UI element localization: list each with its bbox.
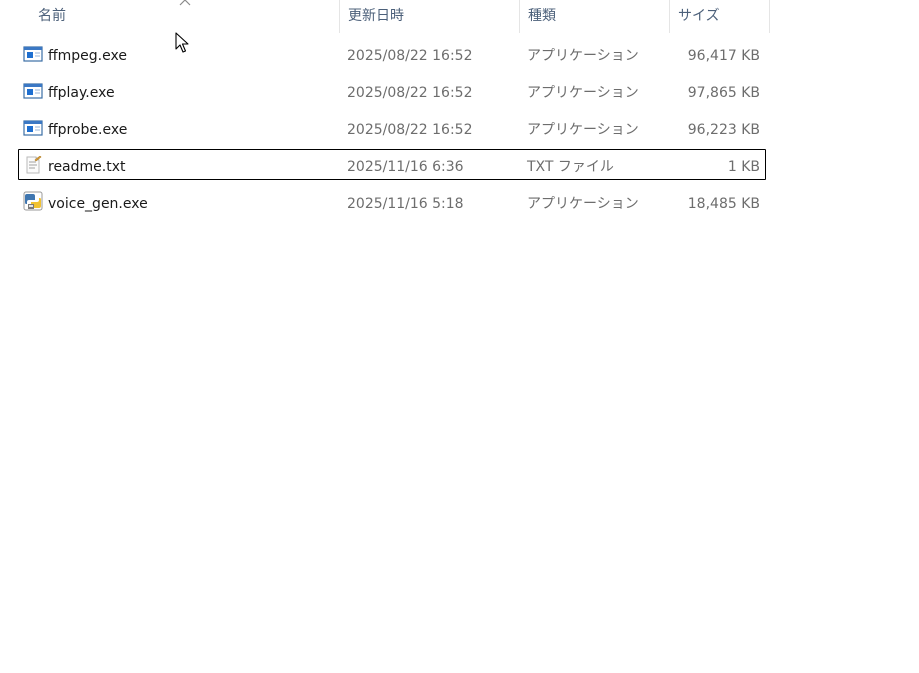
file-size: 1 KB [727,159,760,175]
file-name-cell[interactable]: ffplay.exe [23,76,333,105]
application-icon [23,120,43,136]
file-date-modified: 2025/08/22 16:52 [347,122,473,138]
file-type: TXT ファイル [527,159,614,175]
text-file-icon [26,156,42,174]
mouse-pointer-icon [175,32,189,53]
file-date-modified: 2025/08/22 16:52 [347,48,473,64]
file-size: 18,485 KB [687,196,760,212]
column-header-name[interactable]: 名前 [30,0,339,33]
file-name-cell[interactable]: readme.txt [23,150,333,179]
file-type: アプリケーション [527,122,639,138]
python-app-icon [23,191,43,211]
file-row-ffmpeg[interactable]: ffmpeg.exe 2025/08/22 16:52 アプリケーション 96,… [18,38,766,69]
application-icon [23,46,43,62]
file-name[interactable]: readme.txt [48,150,126,184]
file-name[interactable]: voice_gen.exe [48,187,148,221]
file-type: アプリケーション [527,196,639,212]
file-type: アプリケーション [527,85,639,101]
file-type: アプリケーション [527,48,639,64]
file-explorer-details-view: 名前 更新日時 種類 サイズ ffmpeg.exe 2025/08/22 16:… [0,0,919,673]
file-size: 97,865 KB [687,85,760,101]
file-name-cell[interactable]: ffprobe.exe [23,113,333,142]
file-list: ffmpeg.exe 2025/08/22 16:52 アプリケーション 96,… [18,38,766,223]
column-header-date-modified[interactable]: 更新日時 [339,0,519,33]
file-name[interactable]: ffprobe.exe [48,113,127,147]
application-icon [23,83,43,99]
file-size: 96,223 KB [687,122,760,138]
file-size: 96,417 KB [687,48,760,64]
file-name[interactable]: ffplay.exe [48,76,115,110]
file-row-readme[interactable]: readme.txt 2025/11/16 6:36 TXT ファイル 1 KB [18,149,766,180]
file-date-modified: 2025/08/22 16:52 [347,85,473,101]
file-name-cell[interactable]: voice_gen.exe [23,187,333,216]
column-header-row: 名前 更新日時 種類 サイズ [0,0,770,33]
file-row-voice-gen[interactable]: voice_gen.exe 2025/11/16 5:18 アプリケーション 1… [18,186,766,217]
column-header-type[interactable]: 種類 [519,0,669,33]
file-row-ffprobe[interactable]: ffprobe.exe 2025/08/22 16:52 アプリケーション 96… [18,112,766,143]
file-date-modified: 2025/11/16 6:36 [347,159,464,175]
file-name[interactable]: ffmpeg.exe [48,39,127,73]
column-header-size[interactable]: サイズ [669,0,770,33]
file-date-modified: 2025/11/16 5:18 [347,196,464,212]
file-row-ffplay[interactable]: ffplay.exe 2025/08/22 16:52 アプリケーション 97,… [18,75,766,106]
